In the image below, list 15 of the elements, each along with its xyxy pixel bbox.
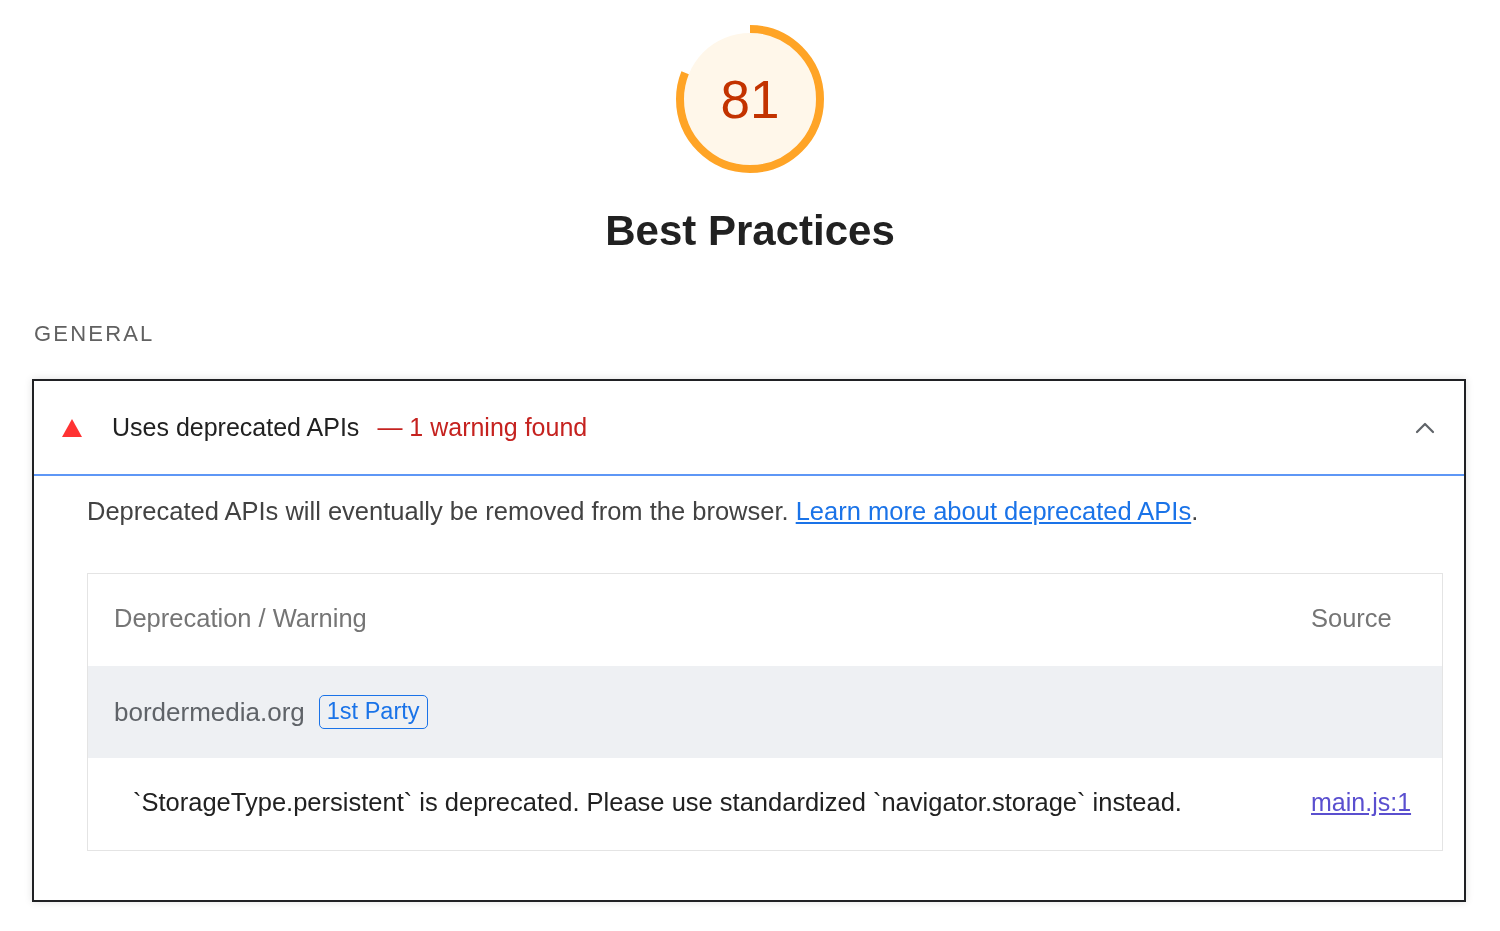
source-link[interactable]: main.js:1 [1311, 788, 1412, 816]
score-value: 81 [720, 72, 780, 126]
category-title: Best Practices [605, 210, 895, 252]
warning-triangle-icon [62, 418, 82, 437]
learn-more-link[interactable]: Learn more about deprecated APIs [795, 497, 1192, 525]
entity-name: bordermedia.org [114, 699, 305, 725]
column-header: Deprecation / Warning [114, 604, 367, 632]
group-title: GENERAL [34, 323, 155, 345]
audit-title: Uses deprecated APIs [112, 415, 360, 440]
audit-summary: — 1 warning found [377, 415, 588, 440]
audit-description: Deprecated APIs will eventually be removed from the browser. Learn more about deprecated APIs. [87, 499, 1200, 524]
column-header: Source [1311, 604, 1392, 632]
chevron-up-icon [1415, 421, 1435, 434]
table-cell: `StorageType.persistent` is deprecated. Please use standardized `navigator.storage` instead. [133, 788, 1182, 816]
party-badge: 1st Party [318, 695, 428, 729]
